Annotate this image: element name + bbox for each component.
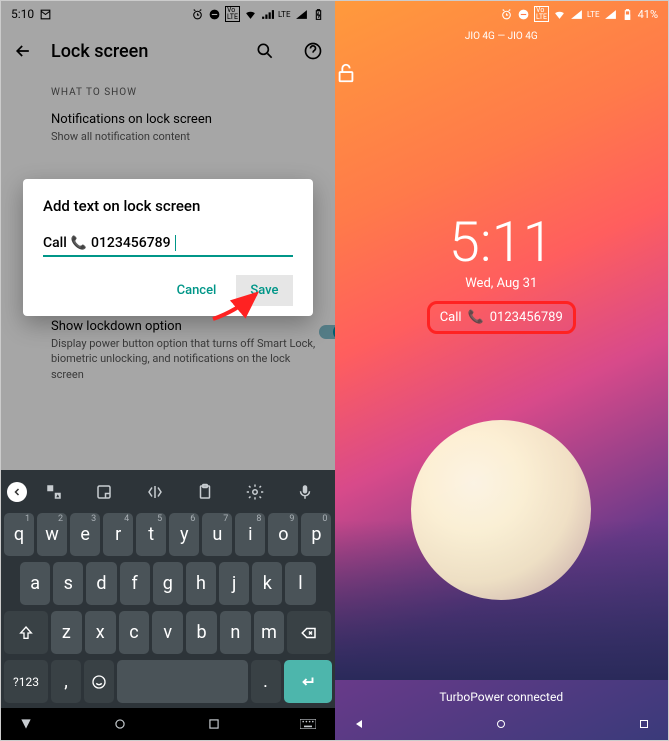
cursor-icon[interactable] (132, 483, 178, 501)
chevron-left-icon[interactable] (7, 482, 27, 502)
add-text-dialog: Add text on lock screen Call 📞 012345678… (23, 179, 313, 316)
enter-key[interactable] (284, 660, 332, 703)
keyboard-row-3: zxcvbnm (1, 608, 335, 657)
clipboard-icon[interactable] (182, 483, 228, 501)
nav-back-button[interactable] (353, 718, 365, 730)
status-bar-right: VoLTE LTE 41% (335, 1, 669, 27)
key-g[interactable]: g (153, 562, 183, 605)
key-k[interactable]: k (252, 562, 282, 605)
key-h[interactable]: h (186, 562, 216, 605)
key-e[interactable]: e3 (70, 513, 100, 556)
nav-home-button[interactable] (495, 718, 507, 730)
nav-bar-right (335, 708, 669, 740)
numbers-key[interactable]: ?123 (4, 660, 48, 703)
backspace-key[interactable] (287, 611, 331, 654)
volte-icon: VoLTE (534, 6, 549, 22)
key-y[interactable]: y6 (169, 513, 199, 556)
nav-recent-button[interactable] (207, 717, 221, 731)
annotation-arrow (211, 286, 266, 321)
signal-icon (570, 8, 583, 21)
key-z[interactable]: z (51, 611, 82, 654)
key-w[interactable]: w2 (37, 513, 67, 556)
nav-bar-left (1, 708, 335, 740)
phone-icon: 📞 (71, 236, 87, 251)
input-text-number: 0123456789 (91, 235, 171, 251)
translate-icon[interactable] (31, 483, 77, 501)
key-c[interactable]: c (119, 611, 150, 654)
nav-back-button[interactable] (19, 717, 33, 731)
period-key[interactable]: . (251, 660, 281, 703)
on-screen-keyboard: q1w2e3r4t5y6u7i8o9p0 asdfghjkl zxcvbnm ?… (1, 470, 335, 740)
key-t[interactable]: t5 (136, 513, 166, 556)
key-s[interactable]: s (53, 562, 83, 605)
dialog-title: Add text on lock screen (43, 197, 293, 215)
key-n[interactable]: n (220, 611, 251, 654)
keyboard-row-1: q1w2e3r4t5y6u7i8o9p0 (1, 510, 335, 559)
key-m[interactable]: m (254, 611, 285, 654)
lock-date: Wed, Aug 31 (335, 276, 669, 291)
emoji-key[interactable] (84, 660, 114, 703)
comma-key[interactable]: , (51, 660, 81, 703)
unlock-icon[interactable] (335, 62, 669, 84)
key-j[interactable]: j (219, 562, 249, 605)
battery-percent: 41% (638, 8, 658, 21)
alarm-icon (500, 8, 513, 21)
nav-home-button[interactable] (113, 717, 127, 731)
wallpaper-orb (411, 420, 591, 600)
key-p[interactable]: p0 (301, 513, 331, 556)
key-q[interactable]: q1 (4, 513, 34, 556)
mic-icon[interactable] (282, 483, 328, 501)
wifi-icon (553, 8, 566, 21)
gear-icon[interactable] (232, 483, 278, 501)
key-i[interactable]: i8 (235, 513, 265, 556)
phone-icon: 📞 (468, 310, 484, 325)
nav-recent-button[interactable] (638, 718, 650, 730)
lock-text-input[interactable]: Call 📞 0123456789 (43, 235, 293, 257)
key-l[interactable]: l (285, 562, 315, 605)
carrier-label: JIO 4G — JIO 4G (335, 31, 669, 42)
sticker-icon[interactable] (81, 483, 127, 501)
lock-message-number: 0123456789 (490, 310, 563, 325)
key-o[interactable]: o9 (268, 513, 298, 556)
charging-status: TurboPower connected (335, 690, 669, 704)
text-cursor (175, 235, 176, 251)
lock-message-prefix: Call (440, 310, 462, 325)
key-u[interactable]: u7 (202, 513, 232, 556)
key-a[interactable]: a (20, 562, 50, 605)
key-x[interactable]: x (85, 611, 116, 654)
lock-time: 5:11 (335, 214, 669, 270)
space-key[interactable] (117, 660, 248, 703)
input-text-prefix: Call (43, 235, 67, 251)
key-d[interactable]: d (86, 562, 116, 605)
shift-key[interactable] (4, 611, 48, 654)
key-r[interactable]: r4 (103, 513, 133, 556)
key-f[interactable]: f (120, 562, 150, 605)
lte-label: LTE (587, 10, 600, 19)
key-v[interactable]: v (152, 611, 183, 654)
key-b[interactable]: b (186, 611, 217, 654)
keyboard-row-2: asdfghjkl (1, 559, 335, 608)
dnd-icon (517, 8, 530, 21)
keyboard-switch-icon[interactable] (300, 719, 316, 729)
lock-message-highlight: Call 📞 0123456789 (427, 301, 576, 334)
battery-icon (621, 8, 634, 21)
keyboard-row-4: ?123 , . (1, 657, 335, 706)
signal2-icon (604, 8, 617, 21)
